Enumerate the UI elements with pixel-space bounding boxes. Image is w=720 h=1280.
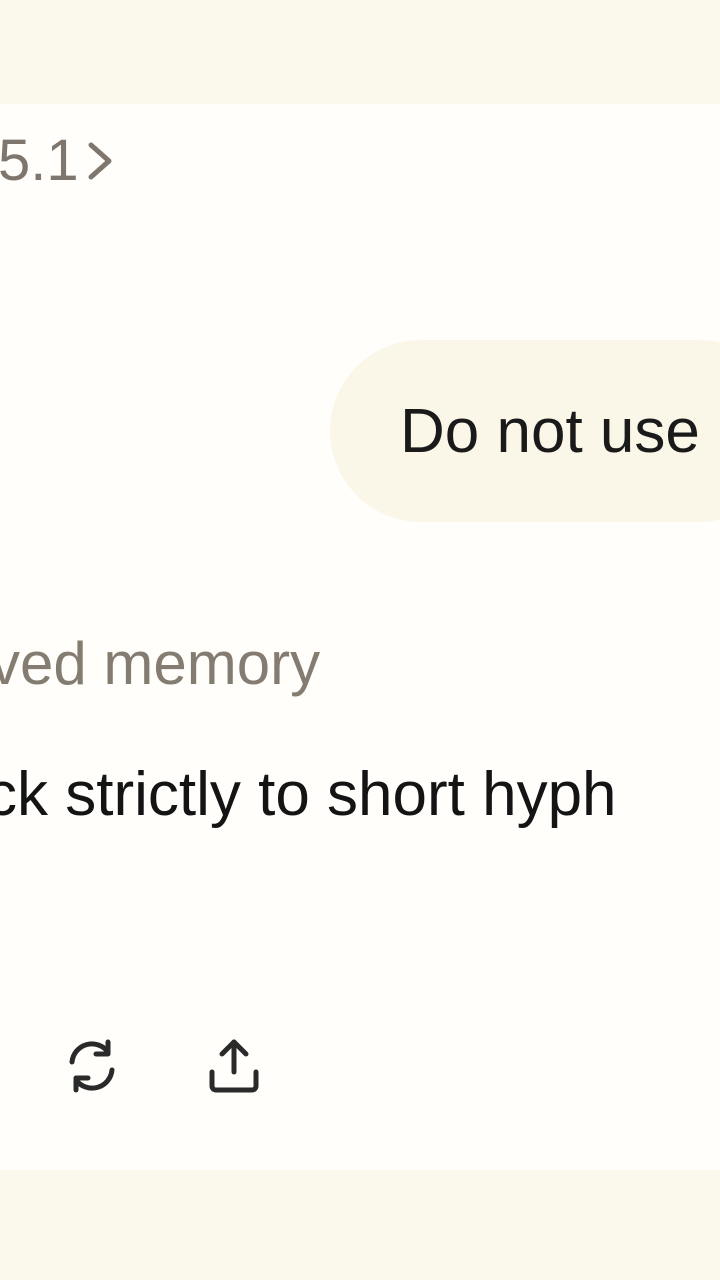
user-message-text: Do not use xyxy=(400,397,700,466)
user-message-bubble: Do not use xyxy=(330,340,720,522)
chat-screen: 5.1 Do not use ved memory ck strictly to… xyxy=(0,0,720,1280)
saved-memory-link[interactable]: ved memory xyxy=(0,628,320,700)
regenerate-button[interactable] xyxy=(56,1030,128,1102)
message-actions xyxy=(56,1030,270,1102)
share-button[interactable] xyxy=(198,1030,270,1102)
share-icon xyxy=(202,1034,266,1098)
top-app-bar xyxy=(0,0,720,104)
chevron-right-icon xyxy=(85,139,115,183)
model-label: 5.1 xyxy=(0,128,79,193)
assistant-message-text: ck strictly to short hyph xyxy=(0,760,617,829)
model-selector[interactable]: 5.1 xyxy=(0,128,115,194)
refresh-icon xyxy=(60,1034,124,1098)
bottom-bar xyxy=(0,1170,720,1280)
